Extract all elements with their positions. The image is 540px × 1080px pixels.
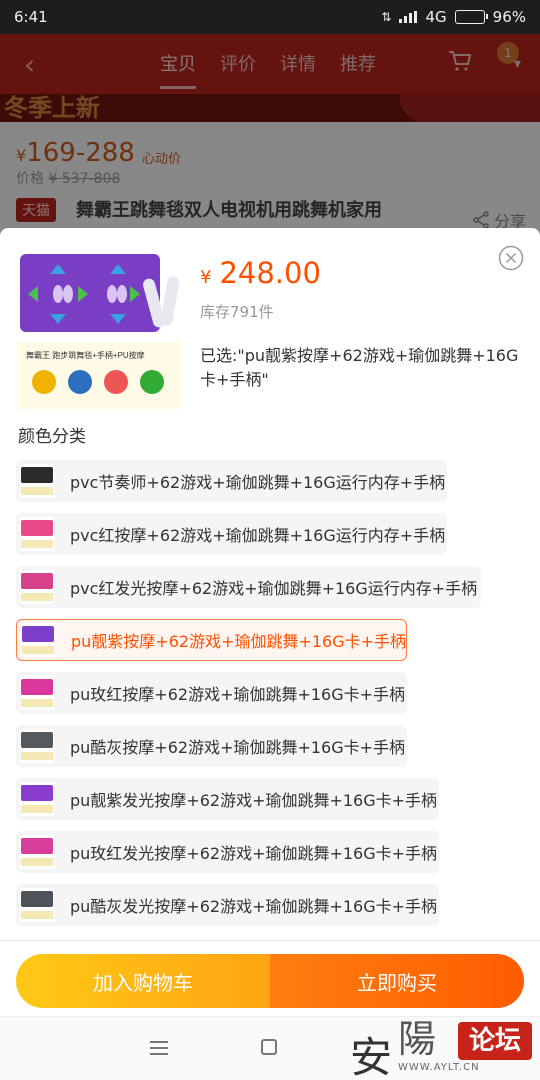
currency-symbol: ¥ <box>200 267 212 288</box>
sku-sheet: 舞霸王 跑步跳舞毯+手柄+PU按摩 ¥248.00 库存791件 已选:"pu靓… <box>0 228 540 1080</box>
watermark-logo: 安 陽 论坛 WWW.AYLT.CN <box>350 1012 535 1080</box>
data-arrows-icon: ⇅ <box>381 10 392 24</box>
add-to-cart-button[interactable]: 加入购物车 <box>16 954 270 1008</box>
variant-thumbnail <box>20 835 54 869</box>
variant-thumbnail <box>20 464 54 498</box>
variant-option-label: pu玫红发光按摩+62游戏+瑜伽跳舞+16G卡+手柄 <box>70 844 438 863</box>
battery-icon <box>454 10 488 24</box>
variant-thumbnail <box>20 517 54 551</box>
status-icons: ⇅ 4G 96% <box>381 8 526 26</box>
variant-option-label: pu酷灰按摩+62游戏+瑜伽跳舞+16G卡+手柄 <box>70 738 406 757</box>
variant-option[interactable]: pu玫红发光按摩+62游戏+瑜伽跳舞+16G卡+手柄 <box>16 831 439 873</box>
variant-option[interactable]: pvc红发光按摩+62游戏+瑜伽跳舞+16G运行内存+手柄 <box>16 566 481 608</box>
variant-option-label: pu靓紫按摩+62游戏+瑜伽跳舞+16G卡+手柄 <box>71 632 407 651</box>
variant-thumbnail <box>20 570 54 604</box>
variant-option[interactable]: pu酷灰发光按摩+62游戏+瑜伽跳舞+16G卡+手柄 <box>16 884 439 926</box>
variant-option[interactable]: pvc红按摩+62游戏+瑜伽跳舞+16G运行内存+手柄 <box>16 513 447 555</box>
product-image: 舞霸王 跑步跳舞毯+手柄+PU按摩 <box>18 246 181 409</box>
battery-percent: 96% <box>492 8 526 26</box>
status-bar: 6:41 ⇅ 4G 96% <box>0 0 540 34</box>
network-type: 4G <box>425 8 447 26</box>
variant-option-label: pu酷灰发光按摩+62游戏+瑜伽跳舞+16G卡+手柄 <box>70 897 438 916</box>
signal-icon <box>399 11 418 23</box>
variant-thumbnail <box>20 676 54 710</box>
price-value: 248.00 <box>219 256 321 290</box>
color-category-title: 颜色分类 <box>18 427 86 447</box>
divider <box>0 940 540 941</box>
variant-option[interactable]: pu靓紫发光按摩+62游戏+瑜伽跳舞+16G卡+手柄 <box>16 778 439 820</box>
stock-count: 库存791件 <box>200 303 274 321</box>
home-icon[interactable] <box>261 1039 277 1055</box>
variant-thumbnail <box>20 888 54 922</box>
sku-price: ¥248.00 <box>200 256 321 290</box>
watermark-url: WWW.AYLT.CN <box>398 1062 480 1073</box>
close-icon[interactable] <box>498 245 524 271</box>
variant-thumbnail <box>20 729 54 763</box>
menu-icon[interactable] <box>150 1041 168 1059</box>
variant-option[interactable]: pvc节奏师+62游戏+瑜伽跳舞+16G运行内存+手柄 <box>16 460 447 502</box>
dim-overlay[interactable] <box>0 34 540 244</box>
variant-thumbnail <box>20 782 54 816</box>
variant-option-label: pvc红按摩+62游戏+瑜伽跳舞+16G运行内存+手柄 <box>70 526 446 545</box>
product-image-caption: 舞霸王 跑步跳舞毯+手柄+PU按摩 <box>26 350 145 360</box>
watermark-char-an: 安 <box>350 1033 393 1080</box>
variant-option[interactable]: pu玫红按摩+62游戏+瑜伽跳舞+16G卡+手柄 <box>16 672 407 714</box>
watermark-char-yang: 陽 <box>398 1017 437 1061</box>
variant-option[interactable]: pu酷灰按摩+62游戏+瑜伽跳舞+16G卡+手柄 <box>16 725 407 767</box>
variant-option[interactable]: pu靓紫按摩+62游戏+瑜伽跳舞+16G卡+手柄 <box>16 619 407 661</box>
selected-variant: 已选:"pu靓紫按摩+62游戏+瑜伽跳舞+16G卡+手柄" <box>200 346 519 389</box>
variant-option-label: pvc红发光按摩+62游戏+瑜伽跳舞+16G运行内存+手柄 <box>70 579 478 598</box>
variant-option-label: pu靓紫发光按摩+62游戏+瑜伽跳舞+16G卡+手柄 <box>70 791 438 810</box>
action-buttons: 加入购物车 立即购买 <box>16 954 524 1008</box>
buy-now-button[interactable]: 立即购买 <box>270 954 524 1008</box>
status-time: 6:41 <box>14 8 48 26</box>
variant-option-label: pvc节奏师+62游戏+瑜伽跳舞+16G运行内存+手柄 <box>70 473 446 492</box>
watermark-badge: 论坛 <box>458 1022 532 1060</box>
variant-thumbnail <box>21 623 55 657</box>
variant-option-label: pu玫红按摩+62游戏+瑜伽跳舞+16G卡+手柄 <box>70 685 406 704</box>
